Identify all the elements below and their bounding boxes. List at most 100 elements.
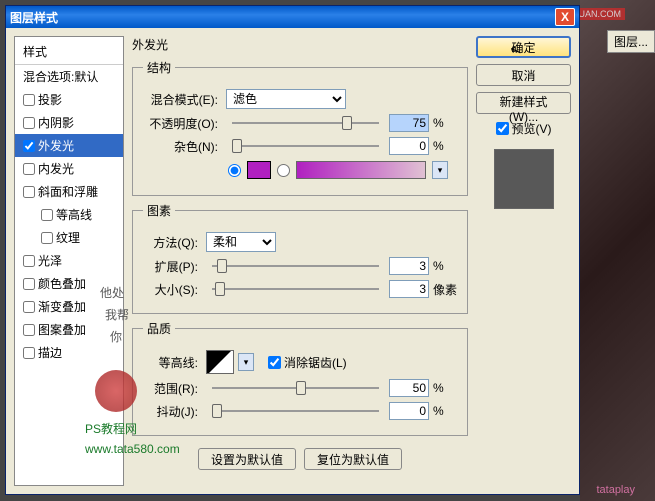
layers-tab-remnant[interactable]: 图层... (607, 30, 655, 53)
size-slider[interactable] (212, 288, 379, 290)
style-label: 纹理 (56, 229, 80, 246)
glow-color-swatch[interactable] (247, 161, 271, 179)
style-label: 内阴影 (38, 114, 74, 131)
set-default-button[interactable]: 设置为默认值 (198, 448, 296, 470)
style-checkbox[interactable] (23, 117, 35, 129)
range-unit: % (433, 381, 457, 395)
elements-legend: 图素 (143, 202, 175, 219)
quality-legend: 品质 (143, 320, 175, 337)
style-checkbox[interactable] (23, 186, 35, 198)
gradient-radio[interactable] (277, 164, 290, 177)
noise-unit: % (433, 139, 457, 153)
style-item-5[interactable]: 等高线 (15, 203, 123, 226)
cancel-button[interactable]: 取消 (476, 64, 571, 86)
jitter-slider[interactable] (212, 410, 379, 412)
color-radio[interactable] (228, 164, 241, 177)
range-slider[interactable] (212, 387, 379, 389)
structure-group: 结构 混合模式(E): 滤色 不透明度(O): % 杂色(N): % (132, 59, 468, 196)
style-item-10[interactable]: 图案叠加 (15, 318, 123, 341)
style-label: 渐变叠加 (38, 298, 86, 315)
blend-mode-label: 混合模式(E): (143, 91, 218, 108)
style-label: 等高线 (56, 206, 92, 223)
noise-label: 杂色(N): (143, 138, 218, 155)
contour-label: 等高线: (143, 354, 198, 371)
style-item-11[interactable]: 描边 (15, 341, 123, 364)
titlebar[interactable]: 图层样式 X (6, 6, 579, 28)
style-label: 光泽 (38, 252, 62, 269)
preview-label: 预览(V) (512, 120, 552, 137)
style-checkbox[interactable] (41, 209, 53, 221)
jitter-input[interactable] (389, 402, 429, 420)
opacity-unit: % (433, 116, 457, 130)
preview-thumbnail (494, 149, 554, 209)
close-button[interactable]: X (555, 8, 575, 26)
antialias-checkbox[interactable] (268, 356, 281, 369)
ok-button[interactable]: 确定 (476, 36, 571, 58)
spread-input[interactable] (389, 257, 429, 275)
gradient-dropdown-icon[interactable]: ▾ (432, 161, 448, 179)
spread-unit: % (433, 259, 457, 273)
jitter-unit: % (433, 404, 457, 418)
range-input[interactable] (389, 379, 429, 397)
blend-mode-select[interactable]: 滤色 (226, 89, 346, 109)
opacity-label: 不透明度(O): (143, 115, 218, 132)
range-label: 范围(R): (143, 380, 198, 397)
elements-group: 图素 方法(Q): 柔和 扩展(P): % 大小(S): 像素 (132, 202, 468, 314)
style-checkbox[interactable] (23, 278, 35, 290)
reset-default-button[interactable]: 复位为默认值 (304, 448, 402, 470)
antialias-label: 消除锯齿(L) (284, 354, 347, 371)
style-label: 投影 (38, 91, 62, 108)
style-item-7[interactable]: 光泽 (15, 249, 123, 272)
spread-slider[interactable] (212, 265, 379, 267)
style-label: 图案叠加 (38, 321, 86, 338)
styles-list: 样式 混合选项:默认 投影内阴影外发光内发光斜面和浮雕等高线纹理光泽颜色叠加渐变… (14, 36, 124, 486)
technique-label: 方法(Q): (143, 234, 198, 251)
style-item-9[interactable]: 渐变叠加 (15, 295, 123, 318)
layer-style-dialog: 图层样式 X 样式 混合选项:默认 投影内阴影外发光内发光斜面和浮雕等高线纹理光… (5, 5, 580, 495)
quality-group: 品质 等高线: ▾ 消除锯齿(L) 范围(R): % (132, 320, 468, 436)
dialog-buttons: 确定 取消 新建样式(W)... 预览(V) (476, 36, 571, 486)
glow-gradient-swatch[interactable] (296, 161, 426, 179)
style-checkbox[interactable] (23, 301, 35, 313)
style-item-3[interactable]: 内发光 (15, 157, 123, 180)
style-label: 外发光 (38, 137, 74, 154)
style-item-0[interactable]: 投影 (15, 88, 123, 111)
background-image (580, 0, 655, 501)
outer-glow-panel: 外发光 结构 混合模式(E): 滤色 不透明度(O): % 杂色(N): (132, 36, 468, 486)
style-item-8[interactable]: 颜色叠加 (15, 272, 123, 295)
style-item-2[interactable]: 外发光 (15, 134, 123, 157)
style-item-6[interactable]: 纹理 (15, 226, 123, 249)
style-checkbox[interactable] (23, 255, 35, 267)
styles-header[interactable]: 样式 (15, 41, 123, 64)
contour-dropdown-icon[interactable]: ▾ (238, 353, 254, 371)
noise-slider[interactable] (232, 145, 379, 147)
technique-select[interactable]: 柔和 (206, 232, 276, 252)
style-item-1[interactable]: 内阴影 (15, 111, 123, 134)
style-label: 描边 (38, 344, 62, 361)
preview-checkbox[interactable] (496, 122, 509, 135)
style-checkbox[interactable] (23, 94, 35, 106)
style-checkbox[interactable] (23, 324, 35, 336)
structure-legend: 结构 (143, 59, 175, 76)
new-style-button[interactable]: 新建样式(W)... (476, 92, 571, 114)
opacity-slider[interactable] (232, 122, 379, 124)
opacity-input[interactable] (389, 114, 429, 132)
style-item-4[interactable]: 斜面和浮雕 (15, 180, 123, 203)
contour-picker[interactable] (206, 350, 234, 374)
size-input[interactable] (389, 280, 429, 298)
spread-label: 扩展(P): (143, 258, 198, 275)
style-label: 内发光 (38, 160, 74, 177)
style-checkbox[interactable] (23, 140, 35, 152)
blending-options-row[interactable]: 混合选项:默认 (15, 65, 123, 88)
size-unit: 像素 (433, 281, 457, 298)
noise-input[interactable] (389, 137, 429, 155)
style-checkbox[interactable] (41, 232, 53, 244)
jitter-label: 抖动(J): (143, 403, 198, 420)
style-checkbox[interactable] (23, 347, 35, 359)
style-checkbox[interactable] (23, 163, 35, 175)
style-label: 颜色叠加 (38, 275, 86, 292)
panel-title: 外发光 (132, 36, 468, 53)
style-label: 斜面和浮雕 (38, 183, 98, 200)
titlebar-text: 图层样式 (10, 9, 555, 26)
size-label: 大小(S): (143, 281, 198, 298)
